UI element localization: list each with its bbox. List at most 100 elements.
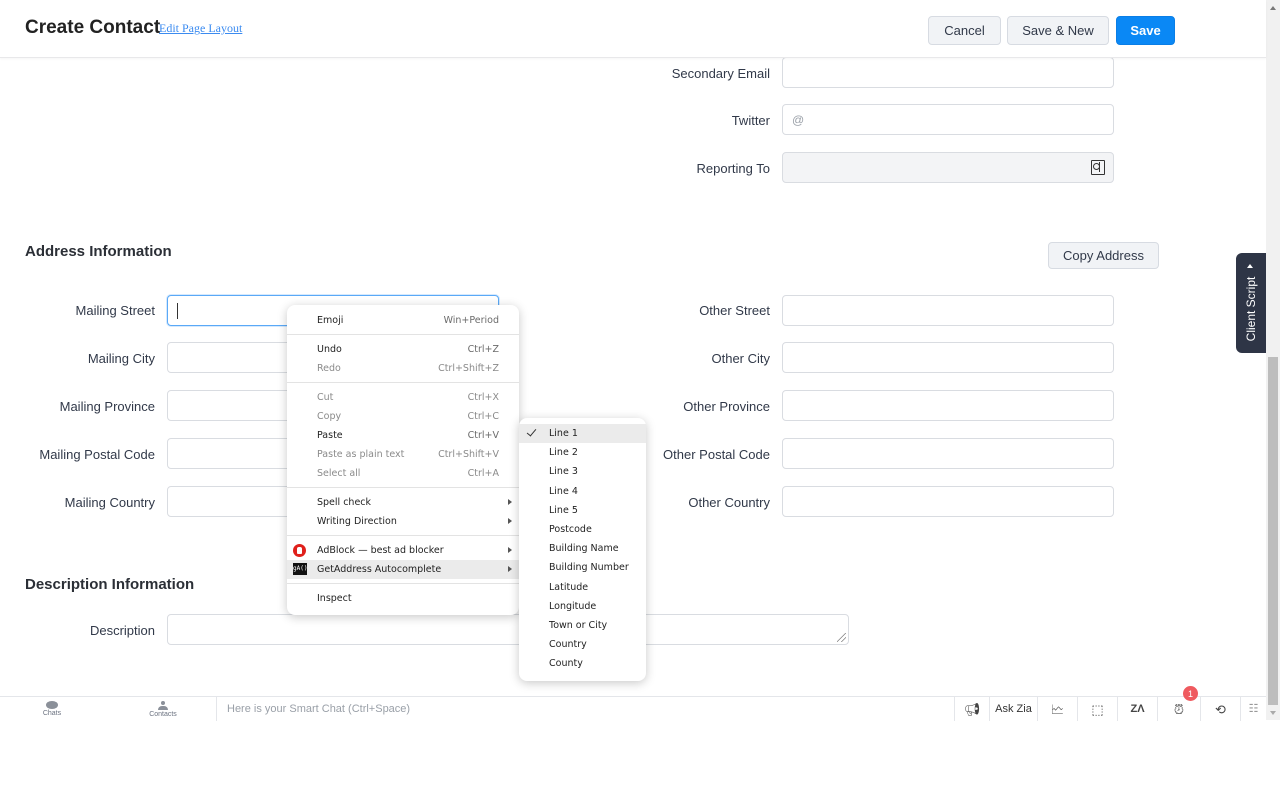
menu-item-shortcut: Ctrl+C <box>467 411 500 422</box>
description-label: Description <box>89 623 155 638</box>
announcement-button[interactable]: 📢︎ <box>954 697 989 721</box>
description-information-heading: Description Information <box>25 576 195 593</box>
scroll-down-arrow-icon[interactable] <box>1270 711 1276 715</box>
page-scrollbar[interactable] <box>1266 0 1280 720</box>
submenu-arrow-icon <box>508 566 512 572</box>
menu-item-label: GetAddress Autocomplete <box>317 564 442 575</box>
submenu-item-town-or-city[interactable]: Town or City <box>519 616 646 635</box>
submenu-item-line-3[interactable]: Line 3 <box>519 462 646 481</box>
notes-button[interactable]: ☷ <box>1240 697 1266 721</box>
twitter-input[interactable]: @ <box>782 104 1114 135</box>
reporting-to-input[interactable] <box>782 152 1114 183</box>
contact-lookup-icon[interactable] <box>1091 160 1105 175</box>
cancel-button[interactable]: Cancel <box>928 16 1001 45</box>
context-menu: Emoji Win+Period Undo Ctrl+Z Redo Ctrl+S… <box>287 305 519 615</box>
submenu-item-label: Building Name <box>549 543 619 555</box>
menu-separator <box>287 487 519 488</box>
submenu-item-longitude[interactable]: Longitude <box>519 597 646 616</box>
submenu-item-label: County <box>549 658 583 670</box>
twitter-label: Twitter <box>731 113 770 128</box>
menu-item-emoji[interactable]: Emoji Win+Period <box>287 311 519 330</box>
edit-page-layout-link[interactable]: Edit Page Layout <box>159 21 242 36</box>
menu-separator <box>287 334 519 335</box>
scrollbar-thumb[interactable] <box>1268 357 1278 705</box>
text-caret <box>177 303 178 319</box>
ask-zia-button[interactable]: Ask Zia <box>989 697 1037 721</box>
menu-item-label: Writing Direction <box>317 516 397 527</box>
submenu-item-label: Line 4 <box>549 485 578 497</box>
save-and-new-button[interactable]: Save & New <box>1007 16 1109 45</box>
chat-bubble-icon <box>46 701 58 709</box>
resize-handle-icon[interactable] <box>837 633 846 642</box>
submenu-item-line-1[interactable]: Line 1 <box>519 424 646 444</box>
save-button[interactable]: Save <box>1116 16 1175 45</box>
menu-item-label: Redo <box>317 363 341 374</box>
submenu-item-postcode[interactable]: Postcode <box>519 520 646 539</box>
submenu-item-country[interactable]: Country <box>519 635 646 654</box>
menu-item-shortcut: Ctrl+Shift+V <box>438 449 499 460</box>
submenu-item-building-name[interactable]: Building Name <box>519 539 646 558</box>
menu-item-label: Paste <box>317 430 343 441</box>
submenu-item-label: Line 3 <box>549 466 578 478</box>
submenu-item-label: Town or City <box>549 619 608 631</box>
submenu-item-building-number[interactable]: Building Number <box>519 558 646 577</box>
menu-item-spell-check[interactable]: Spell check <box>287 493 519 512</box>
alarm-clock-icon: ⏰︎ <box>1173 701 1185 717</box>
menu-item-label: Cut <box>317 392 334 403</box>
secondary-email-input[interactable] <box>782 57 1114 88</box>
menu-item-writing-direction[interactable]: Writing Direction <box>287 512 519 531</box>
chats-button[interactable]: Chats <box>32 697 72 721</box>
menu-item-shortcut: Ctrl+Shift+Z <box>438 363 499 374</box>
menu-item-adblock[interactable]: AdBlock — best ad blocker <box>287 541 519 560</box>
contacts-button[interactable]: Contacts <box>140 697 186 721</box>
other-country-input[interactable] <box>782 486 1114 517</box>
mailing-postal-code-label: Mailing Postal Code <box>39 447 155 462</box>
other-street-label: Other Street <box>699 303 770 318</box>
submenu-item-county[interactable]: County <box>519 654 646 673</box>
submenu-item-label: Line 2 <box>549 447 578 459</box>
mailing-street-label: Mailing Street <box>75 303 155 318</box>
bottom-bar: Chats Contacts Here is your Smart Chat (… <box>0 696 1266 721</box>
menu-item-paste[interactable]: Paste Ctrl+V <box>287 426 519 445</box>
submenu-item-line-2[interactable]: Line 2 <box>519 443 646 462</box>
menu-item-shortcut: Ctrl+Z <box>467 344 499 355</box>
page-title: Create Contact <box>25 17 161 38</box>
menu-item-label: Undo <box>317 344 342 355</box>
reminders-button[interactable]: ⏰︎ <box>1157 697 1200 721</box>
signals-chart-icon: 🗠︎ <box>1050 701 1065 717</box>
menu-item-getaddress-autocomplete[interactable]: gA() GetAddress Autocomplete <box>287 560 519 579</box>
history-icon: ⟲ <box>1215 701 1226 717</box>
menu-item-label: Inspect <box>317 593 352 604</box>
reporting-to-label: Reporting To <box>696 161 770 176</box>
notes-icon: ☷ <box>1248 702 1259 715</box>
scroll-up-arrow-icon[interactable] <box>1270 6 1276 10</box>
submenu-item-label: Line 1 <box>549 428 578 440</box>
other-province-label: Other Province <box>683 399 770 414</box>
menu-item-select-all: Select all Ctrl+A <box>287 464 519 483</box>
menu-item-inspect[interactable]: Inspect <box>287 589 519 608</box>
other-city-input[interactable] <box>782 342 1114 373</box>
other-postal-code-input[interactable] <box>782 438 1114 469</box>
submenu-item-line-4[interactable]: Line 4 <box>519 482 646 501</box>
client-script-label: Client Script <box>1244 276 1258 342</box>
recent-history-button[interactable]: ⟲ <box>1200 697 1240 721</box>
copy-address-button[interactable]: Copy Address <box>1048 242 1159 269</box>
menu-separator <box>287 382 519 383</box>
menu-item-paste-plain-text: Paste as plain text Ctrl+Shift+V <box>287 445 519 464</box>
mailing-city-label: Mailing City <box>87 351 155 366</box>
menu-item-undo[interactable]: Undo Ctrl+Z <box>287 340 519 359</box>
megaphone-icon: 📢︎ <box>963 701 981 717</box>
other-street-input[interactable] <box>782 295 1114 326</box>
other-province-input[interactable] <box>782 390 1114 421</box>
submenu-item-latitude[interactable]: Latitude <box>519 578 646 597</box>
zia-button[interactable]: ZΛ <box>1117 697 1157 721</box>
client-script-tab[interactable]: Client Script <box>1236 253 1266 353</box>
feeds-button[interactable]: ⬚ <box>1077 697 1117 721</box>
smart-chat-input[interactable]: Here is your Smart Chat (Ctrl+Space) <box>216 697 954 721</box>
caret-up-icon <box>1247 264 1253 268</box>
menu-item-label: Emoji <box>317 315 344 326</box>
submenu-item-line-5[interactable]: Line 5 <box>519 501 646 520</box>
contacts-label: Contacts <box>149 710 177 718</box>
description-textarea[interactable] <box>167 614 849 645</box>
signals-button[interactable]: 🗠︎ <box>1037 697 1077 721</box>
